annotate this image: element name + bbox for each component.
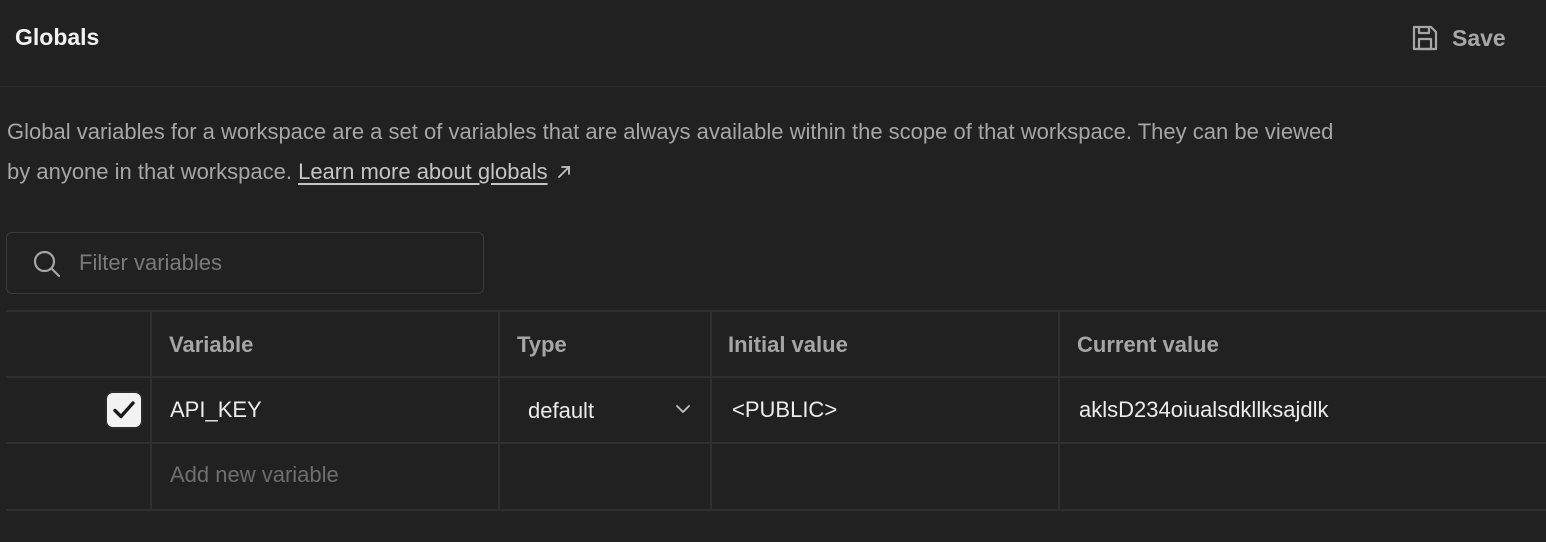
table-header-divider [6,376,1546,378]
description-line-2-text: by anyone in that workspace. [7,159,292,184]
column-header-current-value: Current value [1077,332,1219,357]
save-button-label: Save [1452,24,1506,51]
variable-name-cell[interactable]: API_KEY [170,397,262,423]
initial-value-cell[interactable]: <PUBLIC> [732,397,837,423]
external-link-arrow-icon[interactable] [556,153,572,193]
search-icon [32,249,62,284]
column-header-variable: Variable [169,332,254,357]
floppy-disk-icon [1410,23,1440,53]
checkmark-icon [113,401,135,419]
table-top-border [6,310,1546,312]
variable-enabled-checkbox[interactable] [107,393,141,427]
table-row-divider [6,442,1546,444]
chevron-down-icon [674,398,692,424]
column-divider [498,310,500,511]
save-button[interactable]: Save [1410,20,1506,56]
variables-table: Variable Type Initial value Current valu… [6,310,1546,511]
learn-more-link[interactable]: Learn more about globals [298,159,548,184]
column-header-initial-value: Initial value [728,332,848,357]
variable-type-value: default [528,398,595,423]
add-new-variable-input[interactable]: Add new variable [170,462,339,488]
filter-variables-input[interactable] [79,233,469,293]
column-header-type: Type [517,332,567,357]
variable-type-select[interactable]: default [528,396,692,426]
column-divider [150,310,152,511]
column-divider [710,310,712,511]
page-title: Globals [15,24,100,50]
filter-variables-box [6,232,484,294]
table-bottom-border [6,509,1546,511]
header-bar: Globals Save [0,0,1546,87]
description-line-1: Global variables for a workspace are a s… [7,119,1334,144]
description-line-2: by anyone in that workspace. Learn more … [7,152,1546,193]
globals-description: Global variables for a workspace are a s… [7,112,1546,193]
column-divider [1058,310,1060,511]
current-value-cell[interactable]: aklsD234oiualsdkllksajdlk [1079,397,1328,423]
